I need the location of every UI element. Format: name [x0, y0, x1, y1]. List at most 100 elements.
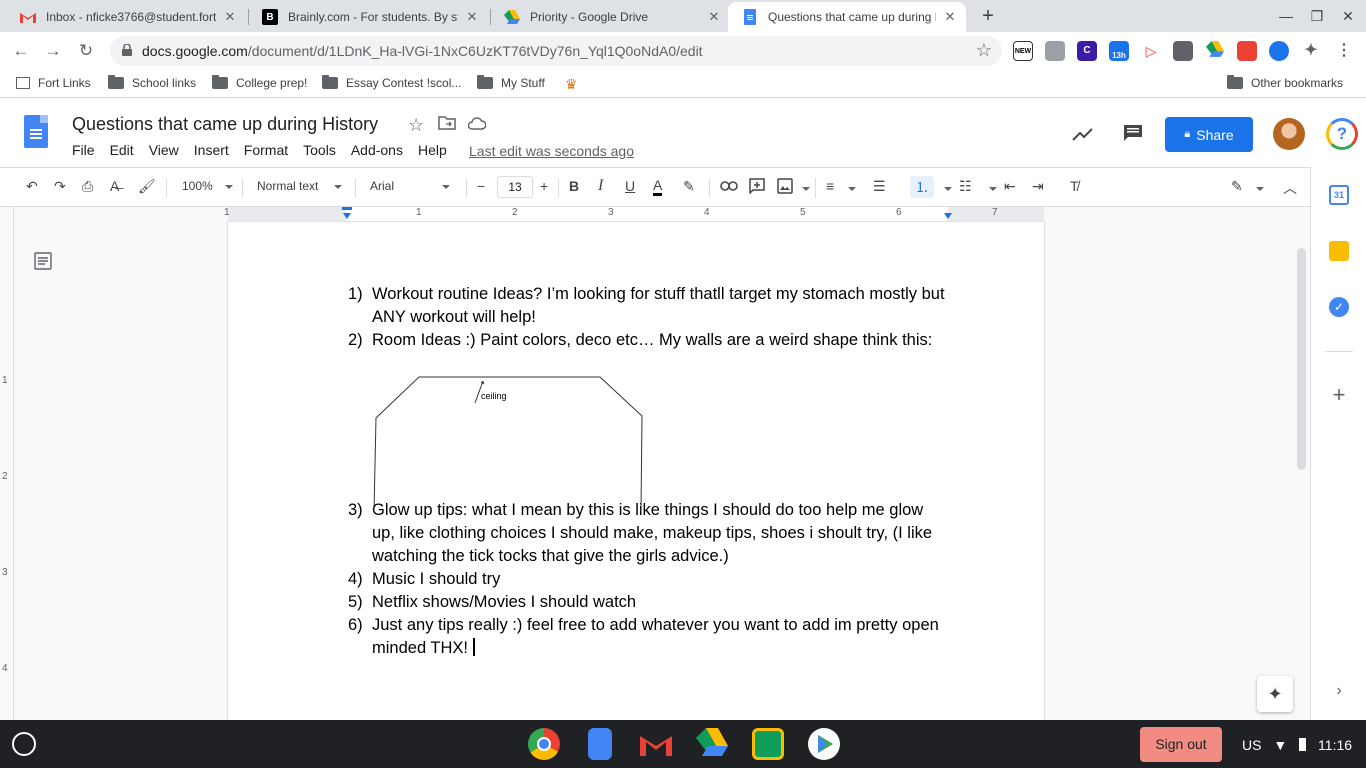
add-comment-icon[interactable] [749, 178, 765, 197]
editing-mode-icon[interactable]: ✎ [1231, 178, 1243, 195]
status-tray[interactable]: US ▼ 11:16 [1236, 727, 1358, 762]
activity-trend-icon[interactable] [1072, 124, 1094, 147]
gmail-app-icon[interactable] [640, 728, 672, 760]
close-tab-icon[interactable]: ✕ [706, 9, 722, 25]
extension-play-icon[interactable]: ▷ [1141, 41, 1161, 61]
drive-app-icon[interactable] [696, 728, 728, 760]
list-item[interactable]: 6) Just any tips really :) feel free to a… [346, 614, 946, 660]
star-icon[interactable]: ☆ [408, 115, 424, 136]
forward-button[interactable]: → [42, 40, 64, 62]
list-item[interactable]: 4) Music I should try [346, 568, 946, 591]
tasks-icon[interactable]: ✓ [1329, 297, 1349, 317]
explore-button[interactable]: ✦ [1257, 676, 1293, 712]
lock-icon[interactable] [122, 44, 132, 56]
spellcheck-icon[interactable]: A̶ [110, 178, 119, 194]
numbered-list-icon[interactable]: ⒈ [910, 176, 934, 198]
docs-logo-icon[interactable] [24, 115, 48, 148]
menu-file[interactable]: File [72, 142, 95, 158]
document-title[interactable]: Questions that came up during History [72, 114, 378, 135]
document-page[interactable]: 1) Workout routine Ideas? I’m looking for… [228, 222, 1044, 720]
back-button[interactable]: ← [10, 40, 32, 62]
font-size-input[interactable]: 13 [497, 176, 533, 198]
extension-shield-icon[interactable] [1269, 41, 1289, 61]
italic-button[interactable]: I [598, 177, 603, 195]
wall-shape-drawing[interactable]: ceiling [371, 375, 646, 515]
menu-view[interactable]: View [149, 142, 179, 158]
menu-add-ons[interactable]: Add-ons [351, 142, 403, 158]
launcher-button[interactable] [12, 732, 36, 756]
extension-copy-icon[interactable] [1045, 41, 1065, 61]
close-tab-icon[interactable]: ✕ [464, 9, 480, 25]
sign-out-button[interactable]: Sign out [1140, 727, 1222, 762]
increase-font-size-button[interactable]: + [540, 178, 548, 194]
move-folder-icon[interactable] [438, 116, 456, 135]
calendar-icon[interactable]: 31 [1329, 185, 1349, 205]
reload-button[interactable]: ↻ [75, 40, 97, 62]
insert-image-icon[interactable] [777, 178, 793, 197]
close-tab-icon[interactable]: ✕ [222, 9, 238, 25]
print-icon[interactable]: ⎙ [82, 178, 93, 195]
chevron-down-icon[interactable] [1256, 187, 1264, 191]
list-item[interactable]: 2) Room Ideas :) Paint colors, deco etc… … [346, 329, 946, 352]
clear-formatting-icon[interactable]: T̸ [1070, 178, 1079, 194]
browser-menu-icon[interactable]: ⋮ [1334, 41, 1354, 61]
document-outline-icon[interactable] [34, 252, 52, 270]
cloud-saved-icon[interactable] [467, 117, 487, 135]
chrome-app-icon[interactable] [528, 728, 560, 760]
decrease-font-size-button[interactable]: − [477, 178, 485, 194]
paint-format-icon[interactable]: 🖌︎ [138, 178, 156, 195]
tab-docs[interactable]: Questions that came up during H ✕ [728, 2, 966, 32]
bookmark-star-icon[interactable]: ☆ [976, 40, 992, 61]
decrease-indent-icon[interactable]: ⇤ [1004, 178, 1016, 195]
menu-format[interactable]: Format [244, 142, 288, 158]
list-item[interactable]: 1) Workout routine Ideas? I’m looking for… [346, 283, 946, 329]
bookmark-fort-links[interactable]: Fort Links [16, 76, 91, 90]
collapse-menus-icon[interactable]: ︿ [1283, 178, 1297, 198]
bookmark-college-prep[interactable]: College prep! [212, 75, 307, 90]
right-indent-marker[interactable] [941, 207, 955, 221]
extension-highlighter-icon[interactable] [1237, 41, 1257, 61]
style-select[interactable]: Normal text [257, 179, 343, 193]
bookmark-school-links[interactable]: School links [108, 75, 196, 90]
menu-edit[interactable]: Edit [110, 142, 134, 158]
extensions-puzzle-icon[interactable]: ✦ [1301, 41, 1321, 61]
extension-user-icon[interactable] [1173, 41, 1193, 61]
zoom-select[interactable]: 100% [182, 179, 233, 193]
keep-icon[interactable] [1329, 241, 1349, 261]
underline-button[interactable]: U [625, 178, 635, 194]
tab-drive[interactable]: Priority - Google Drive ✕ [490, 2, 730, 32]
chevron-down-icon[interactable] [802, 187, 810, 191]
bold-button[interactable]: B [569, 178, 579, 194]
chevron-down-icon[interactable] [848, 187, 856, 191]
play-store-app-icon[interactable] [808, 728, 840, 760]
first-line-indent-marker[interactable] [340, 207, 354, 221]
extension-c-icon[interactable]: C [1077, 41, 1097, 61]
bookmark-essay-contest[interactable]: Essay Contest !scol... [322, 75, 461, 90]
line-spacing-icon[interactable]: ☰ [873, 178, 886, 195]
close-tab-icon[interactable]: ✕ [942, 9, 958, 25]
tab-brainly[interactable]: B Brainly.com - For students. By st ✕ [248, 2, 488, 32]
google-account-icon[interactable]: ? [1326, 118, 1358, 150]
increase-indent-icon[interactable]: ⇥ [1032, 178, 1044, 195]
comment-history-icon[interactable] [1123, 124, 1143, 147]
menu-tools[interactable]: Tools [303, 142, 336, 158]
highlight-color-icon[interactable]: ✎ [683, 178, 695, 195]
undo-icon[interactable]: ↶ [26, 178, 38, 195]
tab-gmail[interactable]: Inbox - nficke3766@student.fort ✕ [6, 2, 246, 32]
extension-drive-icon[interactable] [1205, 41, 1225, 61]
minimize-button[interactable]: — [1276, 6, 1296, 26]
menu-help[interactable]: Help [418, 142, 447, 158]
extension-calendar-icon[interactable]: 13h [1109, 41, 1129, 61]
text-color-button[interactable]: A [653, 178, 663, 196]
classroom-app-icon[interactable] [752, 728, 784, 760]
align-left-icon[interactable]: ≡ [826, 178, 834, 194]
font-select[interactable]: Arial [370, 179, 451, 193]
chevron-down-icon[interactable] [944, 187, 952, 191]
bookmark-my-stuff[interactable]: My Stuff [477, 75, 545, 90]
bulleted-list-icon[interactable]: ☷ [959, 178, 972, 195]
insert-link-icon[interactable] [720, 178, 738, 194]
extension-new-icon[interactable]: NEW [1013, 41, 1033, 61]
list-item[interactable]: 5) Netflix shows/Movies I should watch [346, 591, 946, 614]
menu-insert[interactable]: Insert [194, 142, 229, 158]
new-tab-button[interactable]: + [976, 4, 1000, 28]
